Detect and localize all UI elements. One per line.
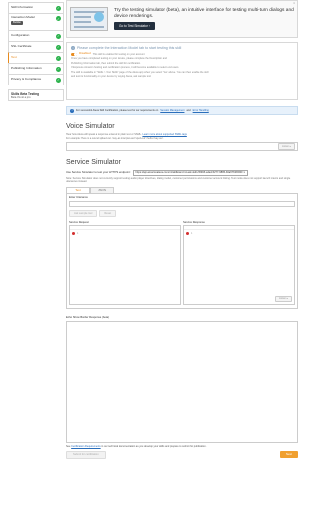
voice-simulator-hint-text: Hear how Alexa will speak a response ent… [66,132,142,136]
notice-line: and test its functionality on your devic… [71,75,151,79]
cert-bar-and: and [186,108,191,112]
cert-bar-text: For successful Alexa Skill Certification… [76,108,159,112]
echo-show-response-display [66,320,298,443]
sidebar-item-test[interactable]: Test ✓ [8,52,64,63]
sidebar-item-label: Interaction Model Builder [11,15,35,26]
notice-line: Publishing Information tab, then submit … [71,61,141,65]
beta-testing-subtitle: Beta Vis sit a pro [11,95,31,99]
service-simulator-note: Note: Service Simulator does not current… [66,176,291,184]
listen-button-label: Listen [282,144,289,148]
sidebar-item-label-text: Interaction Model [11,15,35,19]
check-icon: ✓ [56,66,61,72]
listen-button[interactable]: Listen ▸ [275,295,292,303]
sidebar: Skill Information ✓ Interaction Model Bu… [8,2,64,101]
check-icon: ✓ [56,55,61,61]
beta-testing-panel[interactable]: Skills Beta Testing Beta Vis sit a pro [8,89,64,101]
certification-note: See Certification Requirements in our te… [66,445,298,448]
sidebar-item-label: Skill Information [11,5,34,10]
tab-json[interactable]: JSON [90,187,114,194]
certification-info-bar: i For successful Alexa Skill Certificati… [66,106,298,115]
sidebar-item-label: Configuration [11,33,30,38]
service-request-editor[interactable]: 1 [69,225,181,306]
certification-requirements-link[interactable]: Certification Requirements [71,445,100,448]
info-icon: i [70,108,74,113]
sidebar-item-label: Test [11,55,17,60]
sidebar-item-privacy-compliance[interactable]: Privacy & Compliance ✓ [8,74,64,85]
session-management-link[interactable]: Session Management [160,109,184,112]
sidebar-item-label: Privacy & Compliance [11,77,42,82]
service-response-editor[interactable]: 1 Listen ▸ [183,225,295,306]
endpoint-value: https://api.amazonalexa.com/v1/skills/am… [135,171,243,175]
service-simulator-title: Service Simulator [66,159,121,166]
error-icon [72,232,75,236]
voice-simulator-hint: Hear how Alexa will speak a response ent… [66,133,298,136]
voice-simulator-example: For example: Here is a sound spiked out … [66,136,164,140]
simulator-illustration [70,7,108,31]
go-to-test-simulator-button[interactable]: Go to Test Simulator › [114,22,155,31]
utterance-input[interactable] [69,200,295,207]
endpoint-label: Use Service Simulator to test your HTTPS… [66,170,131,175]
next-button[interactable]: Next [279,451,298,459]
listen-button-label: Listen [279,297,286,301]
error-handling-link[interactable]: Error Handling [193,109,209,112]
tab-text[interactable]: Text [66,187,90,194]
service-simulator-panel: Enter Utterance Ask sample tool Reset Se… [66,194,298,310]
sidebar-item-ssl-certificate[interactable]: SSL Certificate ✓ [8,41,64,52]
check-icon: ✓ [56,16,61,21]
sidebar-item-label: SSL Certificate [11,44,32,49]
sidebar-item-label: Publishing Information [11,66,42,71]
notice-line: Once you have completed testing on your … [71,57,167,61]
speaker-icon: ▸ [286,297,288,301]
enter-utterance-label: Enter Utterance [69,196,88,200]
certification-note-pre: See [66,444,71,448]
testing-notice: i Please complete the Interaction Model … [66,42,298,100]
sidebar-item-interaction-model[interactable]: Interaction Model Builder ✓ [8,13,64,30]
notice-heading: Please complete the Interaction Model ta… [77,46,182,50]
promo-button-label: Go to Test Simulator [119,24,148,29]
check-icon: ✓ [56,33,61,39]
toggle-hint: This skill is enabled for testing on you… [92,52,145,56]
ask-skill-button[interactable]: Ask sample tool [69,209,98,217]
submit-for-certification-button[interactable]: Submit for certification [66,450,106,459]
notice-line: If Exposure Amazon hosting and certifica… [71,66,180,70]
reset-button[interactable]: Reset [99,209,117,217]
service-request-label: Service Request [69,220,89,224]
service-response-pane: Service Response 1 Listen ▸ [183,220,295,306]
check-icon: ✓ [56,44,61,50]
line-number: 1 [191,231,193,235]
voice-simulator-input[interactable]: Listen ▸ [66,142,298,151]
check-icon: ✓ [56,5,61,11]
speaker-icon: ▸ [289,144,291,148]
voice-simulator-title: Voice Simulator [66,123,115,130]
toggle-state-label: Disabled [79,51,91,56]
sidebar-item-skill-information[interactable]: Skill Information ✓ [8,2,64,13]
echo-show-label: Echo Show Border Response (beta) [66,316,110,320]
info-icon: i [71,46,75,51]
sidebar-item-publishing-information[interactable]: Publishing Information ✓ [8,63,64,74]
test-simulator-promo: Try the testing simulator (beta), an int… [66,0,298,38]
certification-note-post: in our technical documentation as you de… [101,444,207,448]
endpoint-select[interactable]: https://api.amazonalexa.com/v1/skills/am… [132,169,248,176]
builder-badge: Builder [11,20,24,26]
error-icon [186,232,189,236]
ssml-tags-link[interactable]: Learn more about supported SSML tags [142,133,186,136]
arrow-right-icon: › [148,24,150,29]
chevron-down-icon: ▾ [243,171,245,175]
service-response-label: Service Response [183,220,205,224]
check-icon: ✓ [56,77,61,83]
service-request-pane: Service Request 1 [69,220,181,306]
notice-line: The skill is available in "Skills > Your… [71,70,209,74]
listen-button[interactable]: Listen ▸ [278,143,295,150]
sidebar-item-configuration[interactable]: Configuration ✓ [8,30,64,41]
testing-toggle[interactable] [71,52,77,56]
promo-text: Try the testing simulator (beta), an int… [114,7,294,19]
main-content: Try the testing simulator (beta), an int… [66,0,298,459]
simulator-tabs: Text JSON [66,187,298,195]
line-number: 1 [77,231,79,235]
close-icon[interactable]: × [293,1,295,6]
